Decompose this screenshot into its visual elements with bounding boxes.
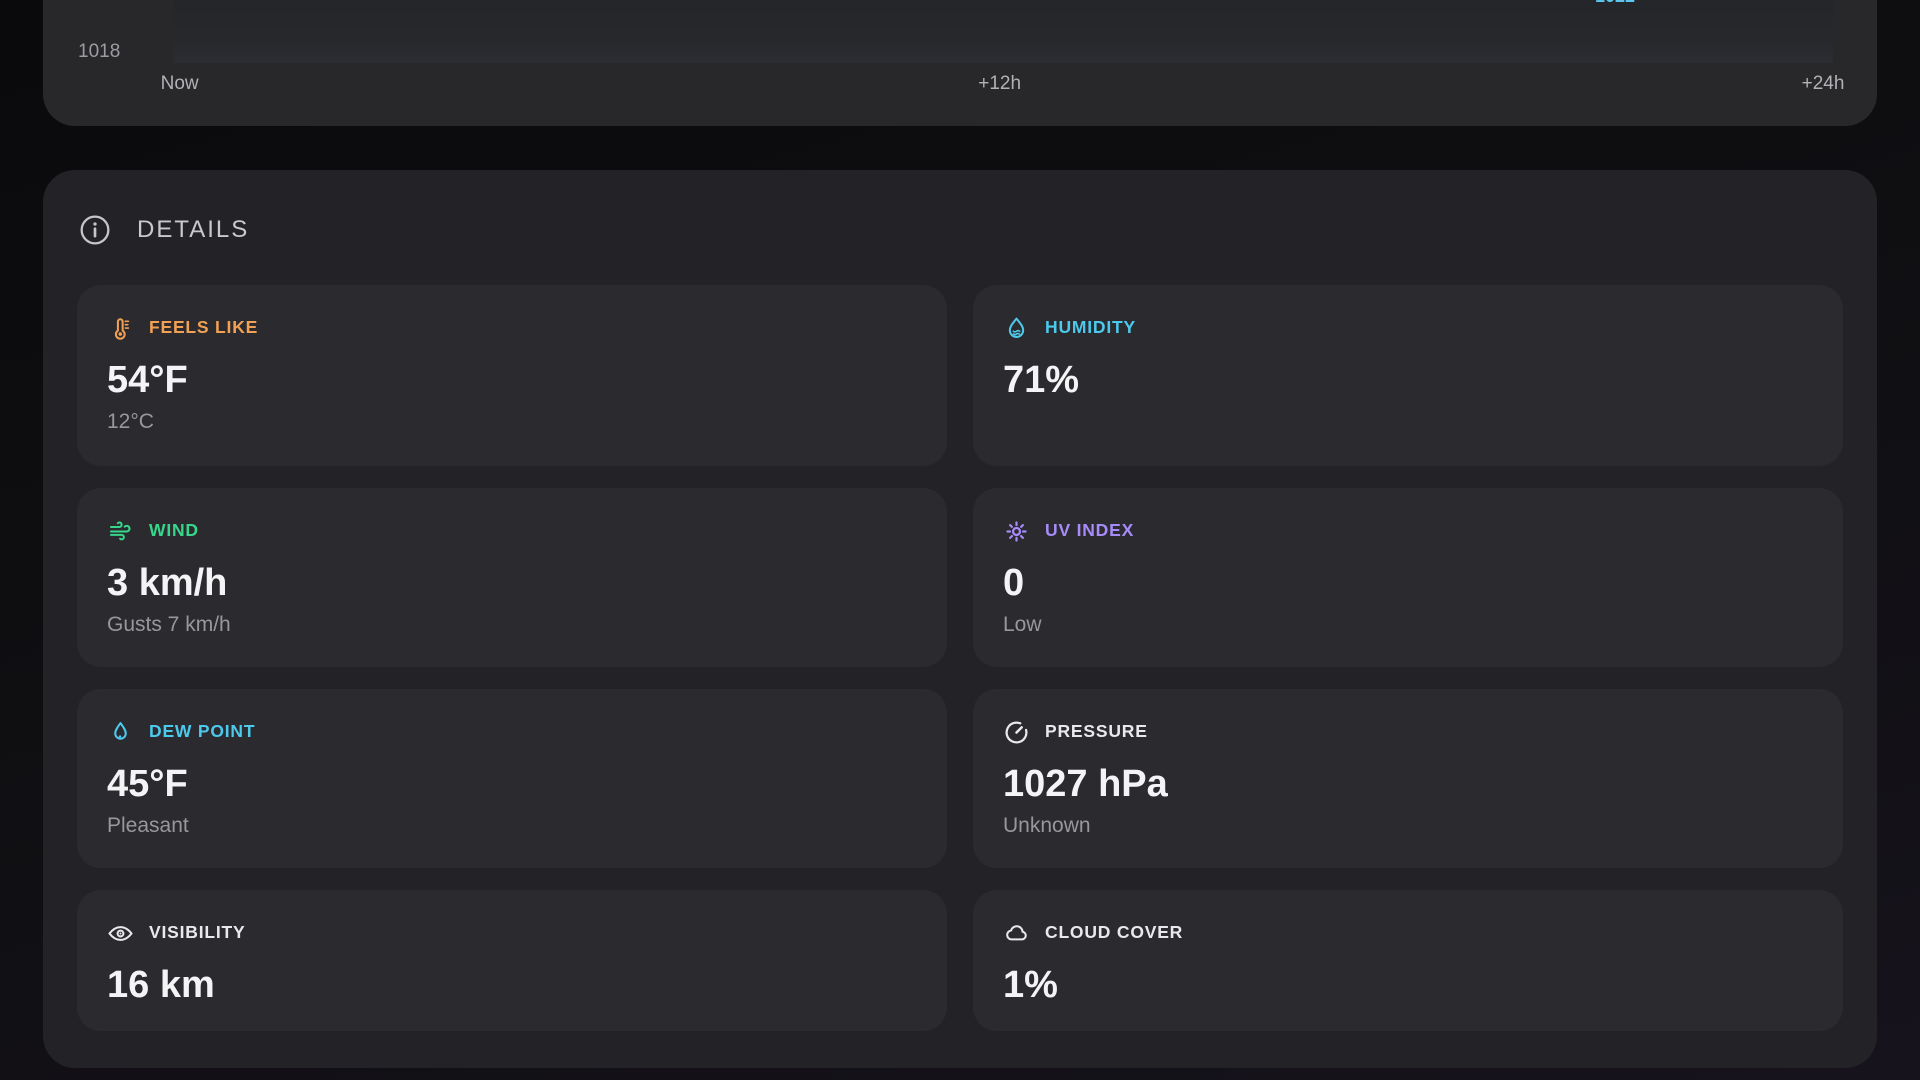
cloud-icon — [1003, 920, 1030, 947]
pressure-chart-plot[interactable]: 1022 — [173, 0, 1833, 63]
eye-icon — [107, 920, 134, 947]
metric-label: FEELS LIKE — [149, 319, 258, 337]
metric-subtitle: Gusts 7 km/h — [107, 611, 917, 639]
thermometer-icon — [107, 315, 134, 342]
droplet-icon — [107, 719, 134, 746]
pressure-axis-y-label: 1018 — [78, 42, 128, 63]
metric-card-cloud-cover: CLOUD COVER 1% — [973, 890, 1843, 1031]
metric-value: 3 km/h — [107, 561, 917, 607]
metric-label: UV INDEX — [1045, 522, 1134, 540]
metric-card-visibility: VISIBILITY 16 km — [77, 890, 947, 1031]
metric-subtitle: Unknown — [1003, 812, 1813, 840]
metric-label: DEW POINT — [149, 723, 255, 741]
metric-card-humidity: HUMIDITY 71% — [973, 285, 1843, 466]
x-tick-24h: +24h — [1802, 74, 1845, 95]
info-icon — [79, 214, 111, 246]
metric-label: PRESSURE — [1045, 723, 1148, 741]
metric-subtitle: Low — [1003, 611, 1813, 639]
metric-card-wind: WIND 3 km/h Gusts 7 km/h — [77, 488, 947, 667]
metric-subtitle: Pleasant — [107, 812, 917, 840]
details-title: DETAILS — [137, 218, 249, 242]
humidity-drop-icon — [1003, 315, 1030, 342]
metric-card-dew-point: DEW POINT 45°F Pleasant — [77, 689, 947, 868]
metric-label: CLOUD COVER — [1045, 924, 1183, 942]
details-metrics-grid: FEELS LIKE 54°F 12°C HUMIDITY 71% — [77, 285, 1843, 1031]
metric-value: 71% — [1003, 358, 1813, 404]
x-tick-12h: +12h — [978, 74, 1021, 95]
metric-value: 54°F — [107, 358, 917, 404]
details-header: DETAILS — [79, 213, 249, 247]
pressure-chart-card: 1022 1018 Now +12h +24h — [43, 0, 1877, 126]
metric-value: 16 km — [107, 963, 917, 1009]
metric-label: HUMIDITY — [1045, 319, 1136, 337]
x-tick-now: Now — [161, 74, 199, 95]
metric-subtitle: 12°C — [107, 408, 917, 436]
metric-value: 1027 hPa — [1003, 762, 1813, 808]
metric-label: VISIBILITY — [149, 924, 245, 942]
pressure-axis-x: Now +12h +24h — [173, 74, 1833, 100]
pressure-peak-label: 1022 — [1595, 0, 1635, 5]
metric-card-pressure: PRESSURE 1027 hPa Unknown — [973, 689, 1843, 868]
gauge-icon — [1003, 719, 1030, 746]
metric-label: WIND — [149, 522, 199, 540]
metric-value: 1% — [1003, 963, 1813, 1009]
details-section: DETAILS FEELS LIKE 54°F 12°C — [43, 170, 1877, 1068]
metric-value: 0 — [1003, 561, 1813, 607]
wind-icon — [107, 518, 134, 545]
metric-card-feels-like: FEELS LIKE 54°F 12°C — [77, 285, 947, 466]
metric-card-uv-index: UV INDEX 0 Low — [973, 488, 1843, 667]
metric-value: 45°F — [107, 762, 917, 808]
sun-icon — [1003, 518, 1030, 545]
